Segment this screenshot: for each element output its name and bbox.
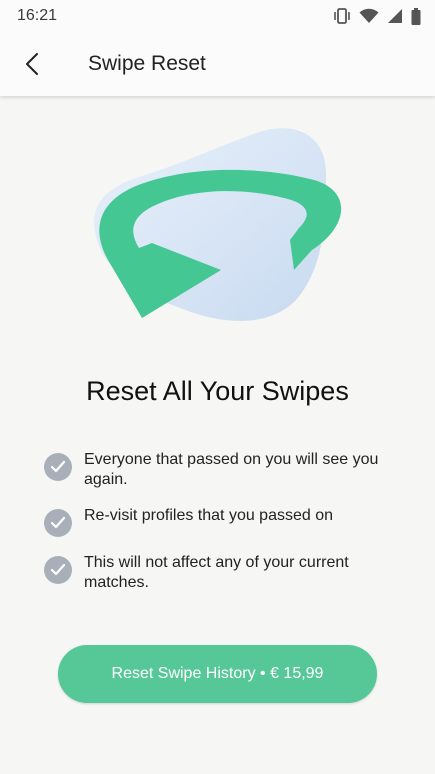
status-icons bbox=[333, 6, 421, 26]
status-bar: 16:21 bbox=[0, 0, 435, 32]
app-bar: Swipe Reset bbox=[0, 32, 435, 96]
page-title: Swipe Reset bbox=[88, 52, 206, 75]
wifi-icon bbox=[359, 8, 379, 23]
check-icon bbox=[44, 556, 72, 584]
feature-item: Everyone that passed on you will see you… bbox=[44, 450, 394, 490]
signal-icon bbox=[388, 9, 402, 23]
reset-swipe-history-button[interactable]: Reset Swipe History • € 15,99 bbox=[58, 645, 377, 703]
status-time: 16:21 bbox=[17, 7, 58, 24]
check-icon bbox=[44, 453, 72, 481]
feature-item: Re-visit profiles that you passed on bbox=[44, 506, 394, 537]
back-arrow-icon bbox=[26, 53, 38, 75]
feature-list: Everyone that passed on you will see you… bbox=[44, 450, 394, 609]
refresh-arrow-icon bbox=[94, 128, 342, 321]
feature-text: This will not affect any of your current… bbox=[84, 554, 349, 591]
vibrate-icon bbox=[334, 8, 350, 24]
feature-text: Everyone that passed on you will see you… bbox=[84, 451, 379, 488]
reset-illustration bbox=[84, 118, 354, 330]
feature-text: Re-visit profiles that you passed on bbox=[84, 507, 334, 524]
feature-item: This will not affect any of your current… bbox=[44, 553, 394, 593]
battery-icon bbox=[411, 7, 421, 25]
back-button[interactable] bbox=[14, 46, 50, 82]
check-icon bbox=[44, 509, 72, 537]
headline: Reset All Your Swipes bbox=[86, 376, 349, 406]
